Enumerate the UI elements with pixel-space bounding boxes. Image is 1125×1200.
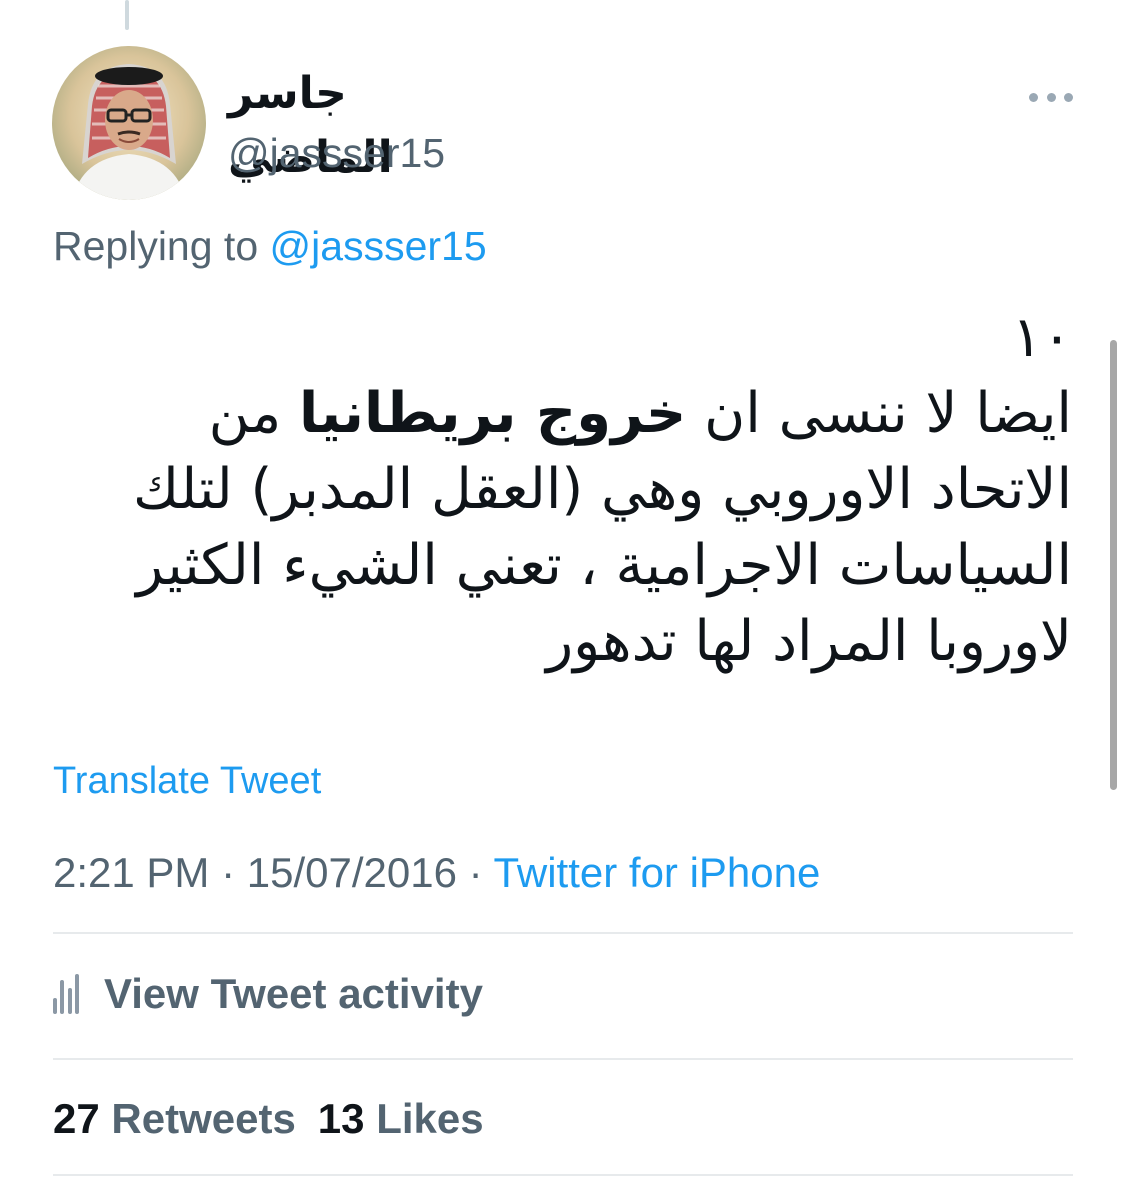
tweet-time[interactable]: 2:21 PM <box>53 849 209 896</box>
likes-stat[interactable]: 13 Likes <box>318 1095 484 1142</box>
meta-separator: · <box>456 849 494 896</box>
more-dot <box>1046 92 1056 102</box>
tweet-stats: 27 Retweets 13 Likes <box>53 1092 506 1146</box>
tweet-source-link[interactable]: Twitter for iPhone <box>494 849 821 896</box>
tweet-bold-phrase: خروج بريطانيا <box>299 381 687 446</box>
view-tweet-activity-button[interactable]: View Tweet activity <box>53 966 483 1022</box>
thread-connector-line <box>125 0 129 30</box>
divider <box>53 932 1073 934</box>
avatar[interactable] <box>52 46 206 200</box>
view-tweet-activity-label: View Tweet activity <box>104 970 483 1017</box>
tweet-detail-view: جاسر الماضي @jassser15 Replying to @jass… <box>0 0 1125 1200</box>
more-dot <box>1064 92 1073 102</box>
tweet-line-3: السياسات الاجرامية ، تعني الشيء الكثير <box>136 533 1072 598</box>
tweet-line-4: لاوروبا المراد لها تدهور <box>546 609 1072 674</box>
avatar-image <box>52 46 206 200</box>
translate-tweet-link[interactable]: Translate Tweet <box>53 757 321 805</box>
tweet-date[interactable]: 15/07/2016 <box>247 849 457 896</box>
tweet-number: ١٠ <box>1011 305 1072 370</box>
tweet-meta: 2:21 PM · 15/07/2016 · Twitter for iPhon… <box>53 846 820 900</box>
tweet-line-1-start: ايضا لا ننسى ان <box>686 381 1072 446</box>
more-options-icon[interactable] <box>1029 84 1073 110</box>
replying-to-handle[interactable]: @jassser15 <box>270 223 487 269</box>
divider <box>53 1174 1073 1176</box>
meta-separator: · <box>209 849 247 896</box>
retweets-count: 27 <box>53 1095 100 1142</box>
divider <box>53 1058 1073 1060</box>
replying-to: Replying to @jassser15 <box>53 220 487 272</box>
retweets-stat[interactable]: 27 Retweets <box>53 1095 296 1142</box>
likes-label: Likes <box>376 1095 484 1142</box>
tweet-line-1-end: من <box>208 381 300 446</box>
author-handle[interactable]: @jassser15 <box>228 127 445 179</box>
more-dot <box>1029 92 1038 102</box>
replying-to-prefix: Replying to <box>53 223 259 269</box>
scrollbar[interactable] <box>1110 340 1117 790</box>
retweets-label: Retweets <box>111 1095 296 1142</box>
tweet-line-2: الاتحاد الاوروبي وهي (العقل المدبر) لتلك <box>132 457 1072 522</box>
tweet-line-1: ايضا لا ننسى ان خروج بريطانيا من <box>60 376 1072 452</box>
bar-chart-icon <box>53 974 79 1014</box>
tweet-text: ١٠ ايضا لا ننسى ان خروج بريطانيا من الات… <box>60 300 1072 680</box>
likes-count: 13 <box>317 1095 365 1142</box>
